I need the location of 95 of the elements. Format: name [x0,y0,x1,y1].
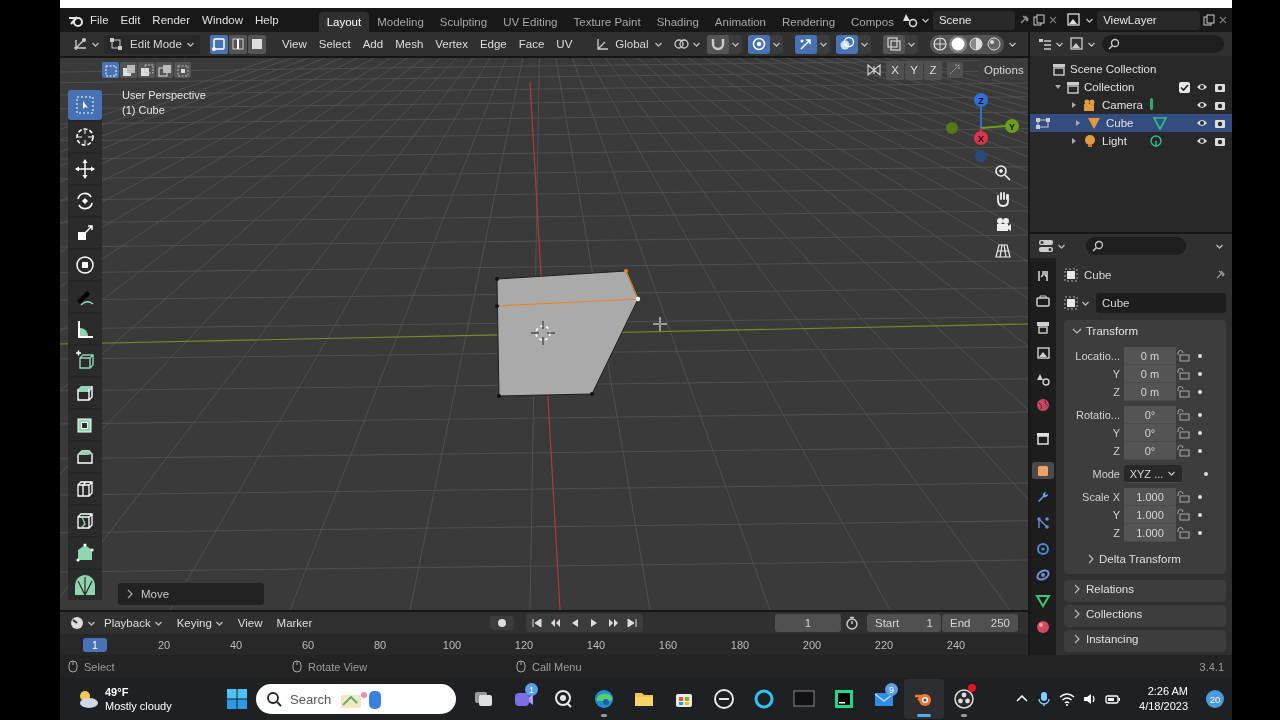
number-field[interactable]: 0° [1124,406,1176,424]
frame-number: 20 [156,638,172,651]
options-dropdown[interactable]: Options [978,60,1028,80]
menu-item[interactable]: UV [550,35,579,53]
menu-item[interactable]: View [231,614,269,632]
panel-header[interactable]: Collections [1064,605,1226,627]
menu-item[interactable]: Vertex [429,35,474,53]
field-label: Y [1111,427,1121,439]
workspace-tab[interactable]: Rendering [774,12,844,32]
number-field[interactable]: 1.000 [1124,488,1176,506]
mirror-axis-toggle[interactable]: Y [905,60,923,80]
mode-dropdown[interactable]: Edit Mode [104,34,200,54]
mirror-axis-toggle[interactable]: Z [924,60,942,80]
view-name: User Perspective [122,89,206,101]
menu-item[interactable]: Edge [473,35,513,53]
workspace-tab[interactable]: Compos [843,12,902,32]
frame-number: 40 [228,638,244,651]
current-frame-field[interactable]: 1 [775,614,841,632]
frame-number: 200 [801,638,823,651]
workspace-tab[interactable]: Sculpting [431,12,496,32]
active-object-label: (1) Cube [122,104,166,116]
menu-item[interactable]: Playback [98,614,169,632]
orientation-dropdown[interactable]: Global [596,37,663,51]
field-label: Z [1112,386,1121,398]
frame-number: 120 [513,638,535,651]
tree-item[interactable]: Cube [1106,117,1148,129]
menu-item[interactable]: File [84,11,115,29]
workspace-tab[interactable]: Modeling [369,12,432,32]
menu-item[interactable]: Edit [114,11,147,29]
menu-item[interactable]: Select [312,35,357,53]
version-label: 3.4.1 [1199,660,1224,673]
field-label: Scale X [1081,491,1121,503]
tree-item[interactable]: Collection [1084,81,1135,93]
tree-item[interactable]: Scene Collection [1070,63,1157,75]
field-label: Y [1111,509,1121,521]
weather-text: Mostly cloudy [105,699,172,713]
frame-number: 240 [945,638,967,651]
view-layer-field[interactable]: ViewLayer [1097,10,1200,30]
temperature: 49°F [105,685,130,699]
object-name: Cube [1084,269,1113,281]
status-hint: Rotate View [308,660,368,673]
rotation-mode-dropdown[interactable]: XYZ ... [1124,465,1182,483]
frame-number: 140 [585,638,607,651]
last-operator-panel[interactable]: Move [118,583,264,605]
clock-date[interactable]: 4/18/2023 [1139,699,1188,714]
frame-number: 160 [657,638,679,651]
menu-item[interactable]: Window [196,11,249,29]
menu-item[interactable]: Marker [270,614,319,632]
number-field[interactable]: 1.000 [1124,524,1176,542]
menu-item[interactable]: Render [146,11,197,29]
tree-item[interactable]: Light [1102,135,1144,147]
field-label: Mode [1091,468,1121,480]
workspace-tab[interactable]: Layout [318,12,370,32]
name-field[interactable]: Cube [1096,293,1226,313]
field-label: Rotatio... [1074,409,1121,421]
menu-item[interactable]: Mesh [389,35,430,53]
menu-item[interactable]: View [276,35,313,53]
frame-number: 100 [441,638,463,651]
menu-item[interactable]: Add [356,35,390,53]
field-label: Z [1112,445,1121,457]
mirror-axis-toggle[interactable]: X [886,60,904,80]
status-hint: Call Menu [532,660,582,673]
workspace-tab[interactable]: UV Editing [495,12,566,32]
number-field[interactable]: 0 m [1124,383,1176,401]
number-field[interactable]: 1.000 [1124,506,1176,524]
subpanel-header[interactable]: Delta Transform [1064,548,1181,570]
current-frame-marker[interactable]: 1 [83,637,107,652]
status-hint: Select [84,660,115,673]
start-frame-field[interactable]: Start 1 [867,614,941,632]
panel-header[interactable]: Instancing [1064,630,1226,652]
tree-item[interactable]: Camera [1102,99,1144,111]
field-label: Locatio... [1074,350,1121,362]
frame-number: 220 [873,638,895,651]
end-frame-field[interactable]: End 250 [942,614,1018,632]
menu-item[interactable]: Help [249,11,285,29]
number-field[interactable]: 0° [1124,442,1176,460]
workspace-tab[interactable]: Texture Paint [565,12,649,32]
number-field[interactable]: 0 m [1124,347,1176,365]
number-field[interactable]: 0° [1124,424,1176,442]
workspace-tab[interactable]: Animation [706,12,774,32]
workspace-tab[interactable]: Shading [648,12,707,32]
frame-number: 80 [372,638,388,651]
scene-field[interactable]: Scene [932,10,1016,30]
field-label: Y [1111,368,1121,380]
field-label: Z [1112,527,1121,539]
axis-gizmo[interactable]: Z Y X [940,90,1024,166]
panel-header[interactable]: Relations [1064,580,1226,602]
panel-header[interactable]: Transform [1064,320,1226,342]
search-field[interactable]: Search [256,684,456,714]
frame-number: 60 [300,638,316,651]
menu-item[interactable]: Face [512,35,551,53]
menu-item[interactable]: Keying [170,614,230,632]
clock-time[interactable]: 2:26 AM [1147,684,1188,699]
number-field[interactable]: 0 m [1124,365,1176,383]
frame-number: 180 [729,638,751,651]
